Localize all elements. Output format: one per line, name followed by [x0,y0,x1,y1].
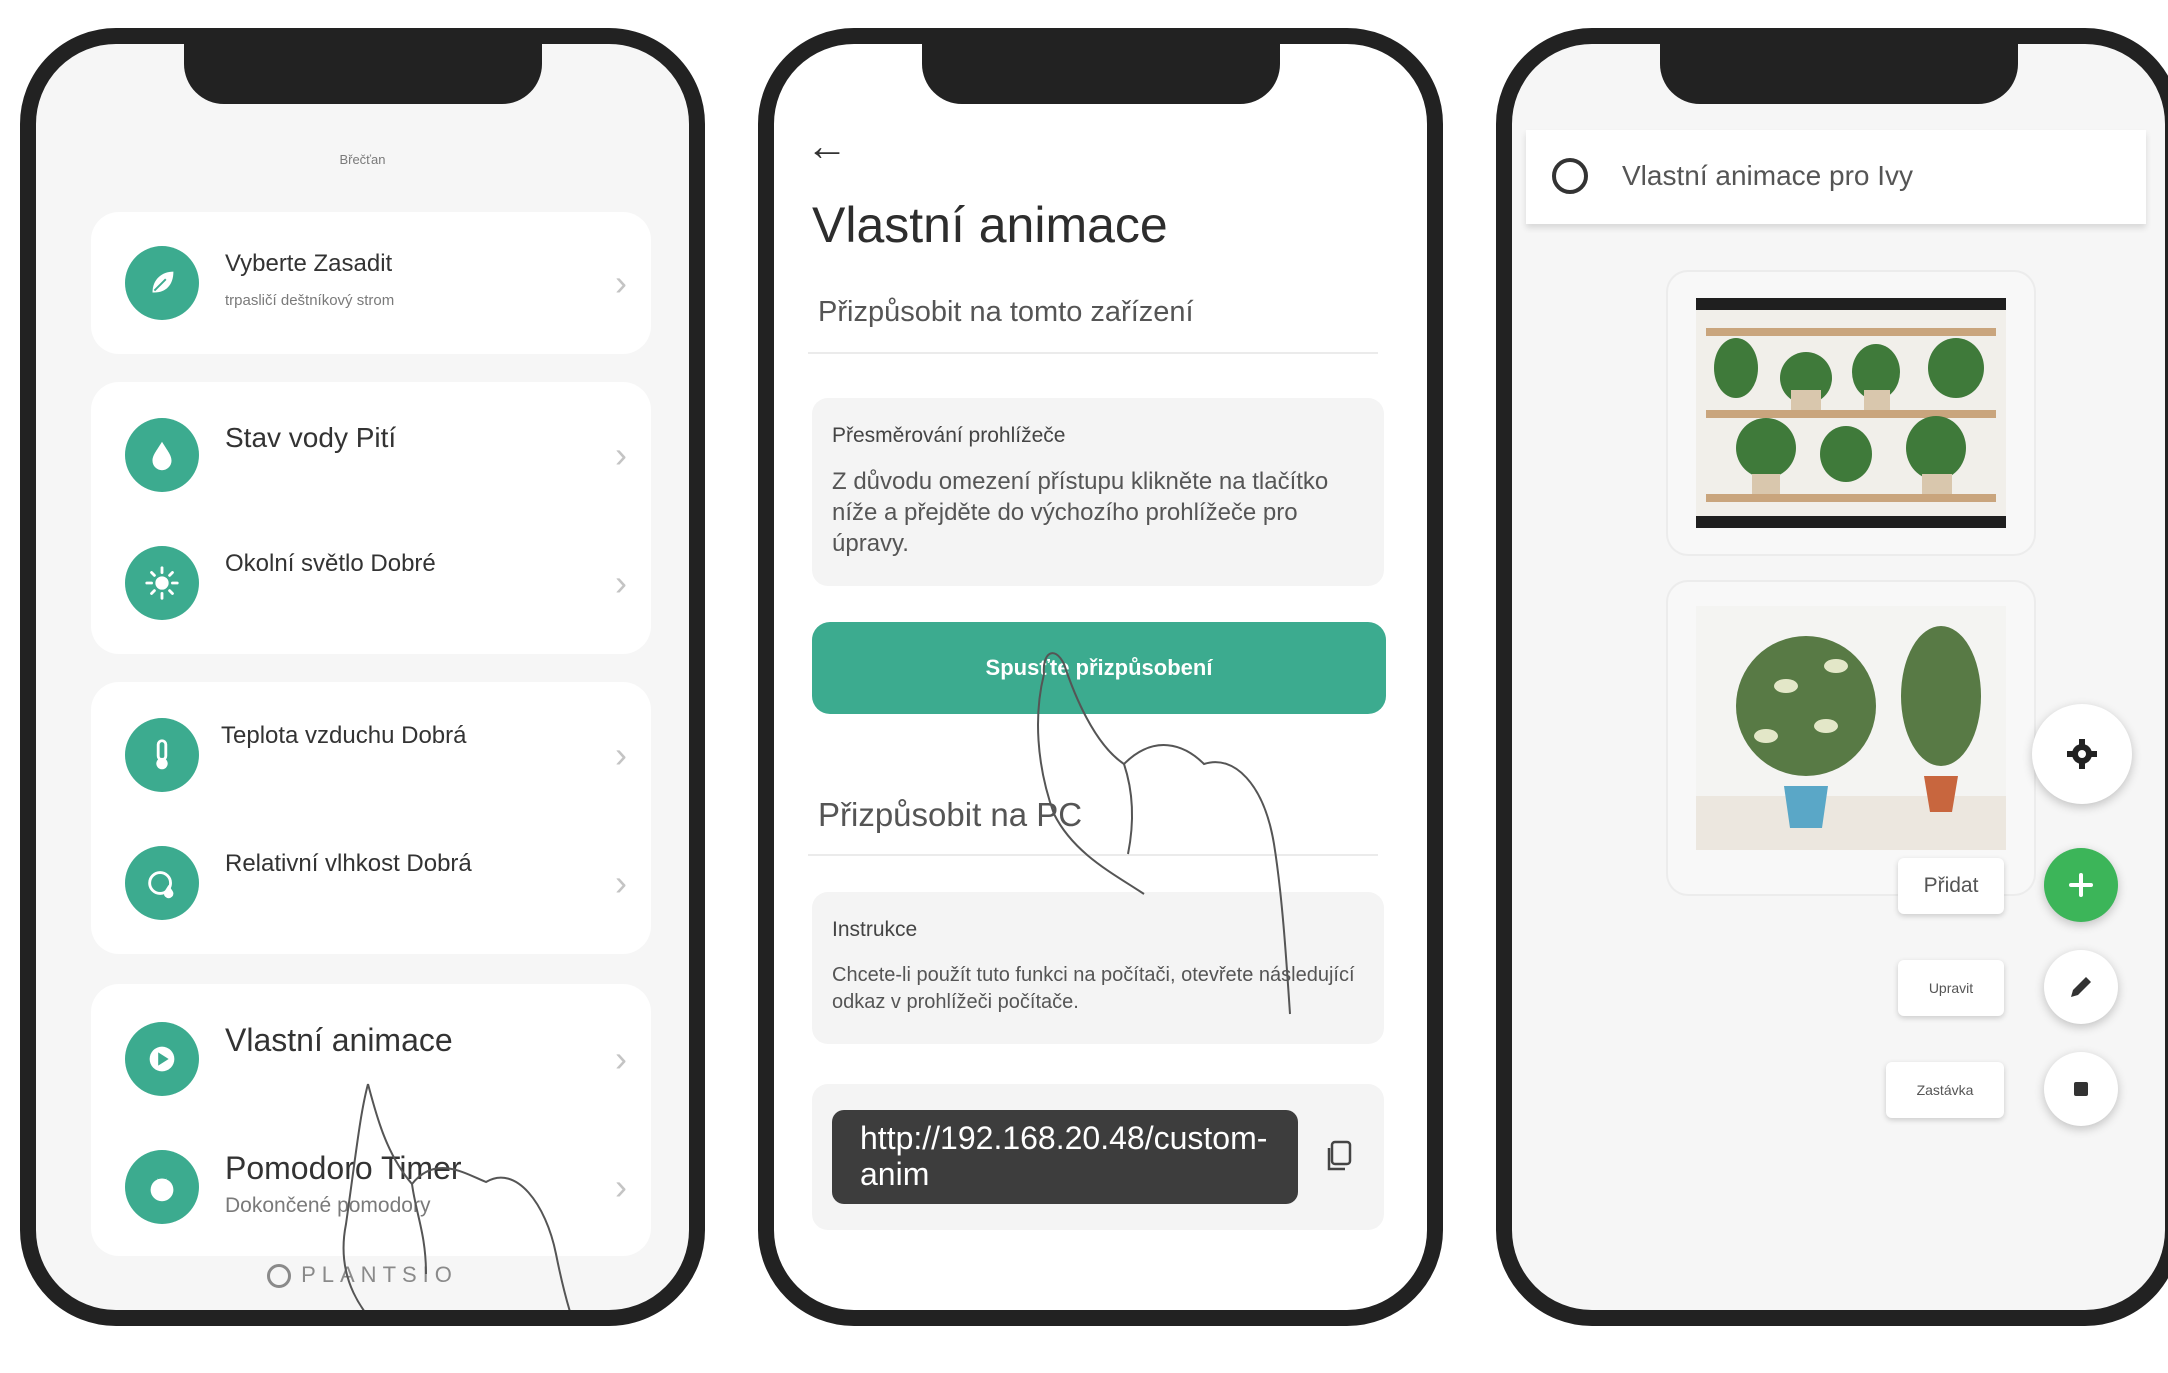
url-box: http://192.168.20.48/custom-anim [812,1084,1384,1230]
redirect-text: Z důvodu omezení přístupu klikněte na tl… [832,468,1329,557]
plant-name-header: Břečťan [339,152,386,167]
custom-anim-url[interactable]: http://192.168.20.48/custom-anim [832,1110,1298,1204]
app-bar-title: Vlastní animace pro Ivy [1622,160,1914,191]
phone-custom-animation: ← Vlastní animace Přizpůsobit na tomto z… [758,28,1443,1326]
thermometer-icon [125,718,199,792]
add-label: Přidat [1898,858,2004,914]
section-pc-heading: Přizpůsobit na PC [818,796,1083,833]
play-icon [125,1022,199,1096]
plant-select-card: Vyberte Zasadit trpasličí deštníkový str… [91,212,651,354]
list-item-temperature[interactable]: Teplota vzduchu Dobrá › [91,700,651,810]
brand-logo-icon [267,1264,292,1288]
start-customization-button[interactable]: Spusťte přizpůsobení [812,622,1386,714]
list-item-select-plant[interactable]: Vyberte Zasadit trpasličí deštníkový str… [91,228,651,338]
chevron-right-icon: › [615,562,627,603]
gear-icon [2067,739,2097,769]
plus-icon [2069,873,2093,897]
environment-card: Stav vody Pití › Okolní světlo Dobré › [91,382,651,654]
stop-label: Zastávka [1886,1062,2004,1118]
list-item-pomodoro[interactable]: Pomodoro Timer Dokončené pomodory › [91,1132,651,1242]
pencil-icon [2071,977,2091,997]
chevron-right-icon: › [615,434,627,475]
list-item-title: Vyberte Zasadit [225,250,393,277]
settings-button[interactable] [2032,704,2132,804]
features-card: Vlastní animace › Pomodoro Timer Dokonče… [91,984,651,1256]
brand-wordmark: PLANTSIO [301,1261,458,1287]
list-item-title: Stav vody Pití [225,422,397,453]
divider [808,352,1378,354]
plant-shelf-image [1696,298,2006,528]
list-item-light[interactable]: Okolní světlo Dobré › [91,528,651,638]
water-drop-icon [125,418,199,492]
stop-icon [2074,1082,2088,1096]
brand-footer: PLANTSIO [36,1262,689,1288]
sun-icon [125,546,199,620]
phone-notch [921,44,1280,104]
chevron-right-icon: › [615,1038,627,1079]
browser-redirect-box: Přesměrování prohlížeče Z důvodu omezení… [812,398,1384,586]
list-item-title: Okolní světlo Dobré [225,550,436,577]
humidity-icon [125,846,199,920]
phone-notch [183,44,542,104]
list-item-custom-animation[interactable]: Vlastní animace › [91,1004,651,1114]
leaf-icon [125,246,199,320]
tomato-icon [125,1150,199,1224]
phone-plant-status: Břečťan Vyberte Zasadit trpasličí deštní… [20,28,705,1326]
instructions-box: Instrukce Chcete-li použít tuto funkci n… [812,892,1384,1044]
divider [808,854,1378,856]
potted-plants-image [1696,606,2006,850]
copy-icon[interactable] [1326,1140,1352,1172]
chevron-right-icon: › [615,262,627,303]
list-item-title: Pomodoro Timer [225,1150,462,1186]
phone-notch [1659,44,2018,104]
phone-animation-list: Vlastní animace pro Ivy Přidat Upravit Z… [1496,28,2168,1326]
edit-button[interactable] [2044,950,2118,1024]
chevron-right-icon: › [615,1166,627,1207]
stop-button[interactable] [2044,1052,2118,1126]
list-item-title: Relativní vlhkost Dobrá [225,850,472,877]
back-arrow-icon[interactable]: ← [806,122,848,170]
instructions-title: Instrukce [832,918,918,941]
list-item-subtitle: trpasličí deštníkový strom [225,292,395,309]
list-item-subtitle: Dokončené pomodory [225,1194,431,1217]
climate-card: Teplota vzduchu Dobrá › Relativní vlhkos… [91,682,651,954]
animation-thumbnail[interactable] [1668,272,2034,554]
instructions-text: Chcete-li použít tuto funkci na počítači… [832,964,1355,1013]
section-device-heading: Přizpůsobit na tomto zařízení [818,296,1194,328]
app-bar: Vlastní animace pro Ivy [1526,130,2146,224]
plantsio-logo-icon[interactable] [1552,158,1588,194]
list-item-title: Teplota vzduchu Dobrá [221,722,467,749]
list-item-humidity[interactable]: Relativní vlhkost Dobrá › [91,828,651,938]
edit-label: Upravit [1898,960,2004,1016]
add-button[interactable] [2044,848,2118,922]
page-title: Vlastní animace [812,197,1168,253]
list-item-water[interactable]: Stav vody Pití › [91,400,651,510]
animation-thumbnail[interactable] [1668,582,2034,894]
chevron-right-icon: › [615,734,627,775]
chevron-right-icon: › [615,862,627,903]
list-item-title: Vlastní animace [225,1022,453,1058]
redirect-title: Přesměrování prohlížeče [832,424,1066,447]
